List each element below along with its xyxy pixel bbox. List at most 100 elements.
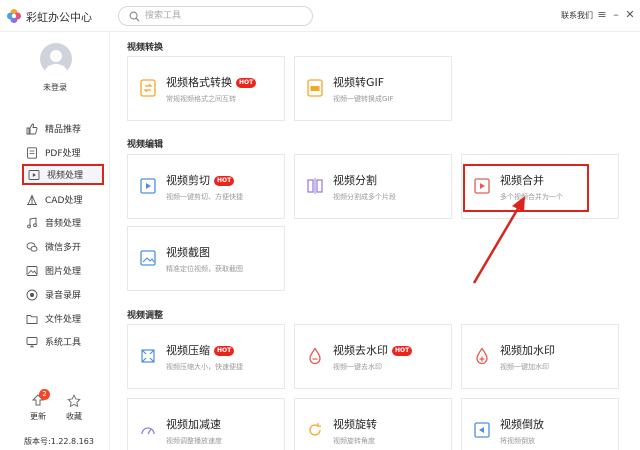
pdf-icon bbox=[27, 146, 37, 159]
sidebar-item-pdf[interactable]: PDF处理 bbox=[22, 142, 104, 163]
card-title: 视频转GIF bbox=[333, 76, 385, 89]
favorite-label: 收藏 bbox=[66, 412, 82, 421]
annotation-arrow-icon bbox=[472, 196, 525, 284]
card-title: 视频分割 bbox=[333, 174, 377, 187]
sidebar-item-label: 微信多开 bbox=[45, 243, 82, 253]
update-button[interactable]: 2 更新 bbox=[25, 389, 51, 428]
hot-badge: HOT bbox=[214, 346, 235, 356]
card-title: 视频旋转 bbox=[333, 418, 377, 431]
close-icon[interactable]: ✕ bbox=[624, 8, 636, 22]
tool-card-video-format-convert[interactable]: 视频格式转换 HOT 常规视频格式之间互转 bbox=[127, 56, 285, 121]
sidebar-item-label: 视频处理 bbox=[47, 171, 84, 181]
sidebar-item-label: 图片处理 bbox=[45, 267, 82, 277]
card-desc: 视频一键加水印 bbox=[500, 363, 549, 371]
sidebar-item-image[interactable]: 图片处理 bbox=[22, 260, 104, 281]
search-input[interactable] bbox=[145, 9, 305, 23]
sidebar-item-label: 系统工具 bbox=[45, 338, 82, 348]
login-status[interactable]: 未登录 bbox=[0, 82, 110, 93]
sidebar-item-label: 文件处理 bbox=[45, 315, 82, 325]
update-badge: 2 bbox=[39, 389, 50, 400]
tool-card-video-speed[interactable]: 视频加减速 视频调整播放速度 bbox=[127, 398, 285, 450]
cad-icon bbox=[27, 193, 37, 205]
card-desc: 精准定位视频，获取截图 bbox=[166, 265, 243, 273]
section-title-adjust: 视频调整 bbox=[127, 311, 164, 321]
tool-card-video-reverse[interactable]: 视频倒放 将视频倒放 bbox=[461, 398, 619, 450]
video-screenshot-icon bbox=[140, 250, 156, 266]
card-desc: 视频一键转换成GIF bbox=[333, 95, 394, 103]
video-split-icon bbox=[307, 178, 323, 194]
sidebar-item-cad[interactable]: CAD处理 bbox=[22, 189, 104, 210]
user-avatar-icon bbox=[45, 50, 67, 75]
card-title: 视频去水印 bbox=[333, 344, 388, 357]
star-icon bbox=[67, 394, 81, 408]
music-icon bbox=[27, 216, 37, 228]
app-title: 彩虹办公中心 bbox=[26, 11, 92, 24]
sidebar-item-file[interactable]: 文件处理 bbox=[22, 308, 104, 329]
folder-icon bbox=[26, 314, 38, 324]
card-desc: 视频旋转角度 bbox=[333, 437, 375, 445]
card-title: 视频截图 bbox=[166, 246, 210, 259]
version-label: 版本号:1.22.8.163 bbox=[24, 437, 94, 446]
wechat-icon bbox=[26, 241, 38, 252]
minimize-icon[interactable]: – bbox=[610, 8, 622, 22]
sidebar-item-label: PDF处理 bbox=[45, 149, 81, 159]
add-watermark-icon bbox=[476, 347, 488, 365]
tool-card-video-compress[interactable]: 视频压缩 HOT 视频压缩大小，快速便捷 bbox=[127, 324, 285, 389]
card-title: 视频剪切 bbox=[166, 174, 210, 187]
main-content: 视频转换 视频格式转换 HOT 常规视频格式之间互转 视频转GIF 视频一键转换成… bbox=[111, 32, 640, 450]
record-icon bbox=[26, 289, 38, 300]
sidebar-item-recommended[interactable]: 精品推荐 bbox=[22, 118, 104, 139]
update-label: 更新 bbox=[30, 412, 46, 421]
card-title: 视频加水印 bbox=[500, 344, 555, 357]
video-icon bbox=[28, 169, 40, 180]
sidebar-item-label: 录音录屏 bbox=[45, 291, 82, 301]
sidebar-item-video[interactable]: 视频处理 bbox=[22, 164, 104, 185]
tool-card-video-to-gif[interactable]: 视频转GIF 视频一键转换成GIF bbox=[294, 56, 452, 121]
scrollbar[interactable] bbox=[636, 32, 640, 450]
gif-icon bbox=[307, 79, 323, 97]
tool-card-video-rotate[interactable]: 视频旋转 视频旋转角度 bbox=[294, 398, 452, 450]
sidebar-item-wechat[interactable]: 微信多开 bbox=[22, 236, 104, 257]
card-desc: 常规视频格式之间互转 bbox=[166, 95, 236, 103]
video-compress-icon bbox=[141, 349, 155, 363]
video-cut-icon bbox=[140, 178, 156, 194]
sidebar-item-audio[interactable]: 音频处理 bbox=[22, 212, 104, 233]
video-speed-icon bbox=[141, 427, 155, 435]
video-convert-icon bbox=[140, 79, 156, 97]
contact-us-link[interactable]: 联系我们 bbox=[561, 10, 593, 21]
system-icon bbox=[26, 336, 38, 347]
title-bar: 彩虹办公中心 联系我们 ≡ – ✕ bbox=[0, 0, 640, 32]
search-box[interactable] bbox=[118, 6, 313, 26]
card-desc: 将视频倒放 bbox=[500, 437, 535, 445]
card-desc: 视频分割成多个片段 bbox=[333, 193, 396, 201]
search-icon bbox=[129, 11, 140, 22]
card-desc: 视频一键剪切、方便快捷 bbox=[166, 193, 243, 201]
remove-watermark-icon bbox=[309, 347, 321, 365]
sidebar: 未登录 精品推荐 PDF处理 视频处理 CAD处理 音频处理 微信多开 图片处理… bbox=[0, 32, 110, 450]
tool-card-video-split[interactable]: 视频分割 视频分割成多个片段 bbox=[294, 154, 452, 219]
thumbs-up-icon bbox=[26, 123, 38, 134]
sidebar-item-label: 音频处理 bbox=[45, 219, 82, 229]
tool-card-video-screenshot[interactable]: 视频截图 精准定位视频，获取截图 bbox=[127, 226, 285, 291]
tool-card-video-cut[interactable]: 视频剪切 HOT 视频一键剪切、方便快捷 bbox=[127, 154, 285, 219]
card-title: 视频加减速 bbox=[166, 418, 221, 431]
sidebar-item-system[interactable]: 系统工具 bbox=[22, 331, 104, 352]
card-desc: 视频调整播放速度 bbox=[166, 437, 222, 445]
section-title-edit: 视频编辑 bbox=[127, 140, 164, 150]
section-title-convert: 视频转换 bbox=[127, 43, 164, 53]
card-desc: 视频一键去水印 bbox=[333, 363, 382, 371]
menu-icon[interactable]: ≡ bbox=[596, 8, 608, 22]
sidebar-item-label: 精品推荐 bbox=[45, 125, 82, 135]
sidebar-item-record[interactable]: 录音录屏 bbox=[22, 284, 104, 305]
tool-card-add-watermark[interactable]: 视频加水印 视频一键加水印 bbox=[461, 324, 619, 389]
sidebar-item-label: CAD处理 bbox=[45, 196, 83, 206]
card-title: 视频格式转换 bbox=[166, 76, 232, 89]
card-title: 视频倒放 bbox=[500, 418, 544, 431]
favorite-button[interactable]: 收藏 bbox=[61, 394, 87, 428]
avatar[interactable] bbox=[40, 43, 72, 75]
tool-card-remove-watermark[interactable]: 视频去水印 HOT 视频一键去水印 bbox=[294, 324, 452, 389]
video-reverse-icon bbox=[474, 422, 490, 438]
video-rotate-icon bbox=[309, 423, 321, 436]
card-title: 视频压缩 bbox=[166, 344, 210, 357]
hot-badge: HOT bbox=[236, 78, 257, 88]
